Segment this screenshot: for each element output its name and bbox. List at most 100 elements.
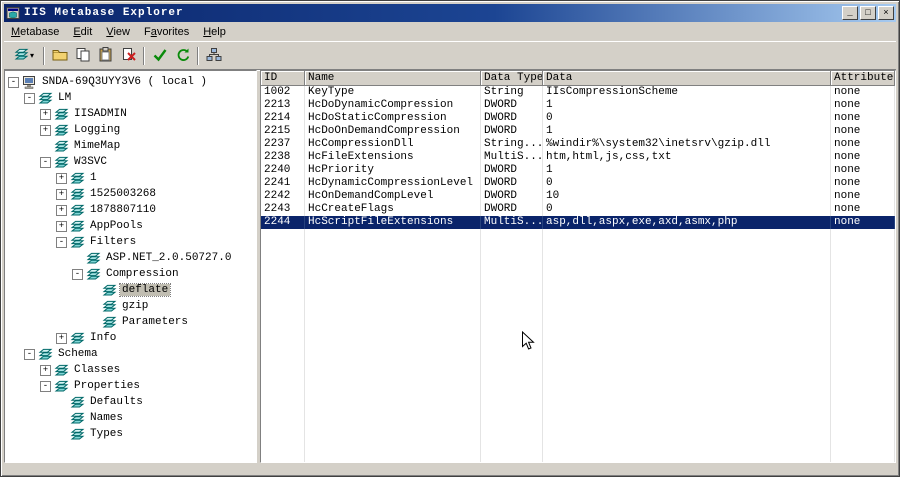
cell-data: 1 [543,99,831,112]
tree-item-parameters[interactable]: Parameters [5,314,256,330]
tree-item-apppools[interactable]: + AppPools [5,218,256,234]
table-row-hcondemandcomplevel[interactable]: 2242 HcOnDemandCompLevel DWORD 10 none [261,190,895,203]
expand-box[interactable]: + [56,220,67,232]
tree-item-snda-69q3uyy3v6-local[interactable]: - SNDA-69Q3UYY3V6 ( local ) [5,74,256,90]
tree-item-label: SNDA-69Q3UYY3V6 ( local ) [42,76,208,88]
table-panel: ID Name Data Type Data Attributes 1002 KeyTyp… [260,70,896,463]
cell-id: 2242 [261,190,305,203]
tree-item-info[interactable]: + Info [5,330,256,346]
tree-item-compression[interactable]: - Compression [5,266,256,282]
apply-button[interactable] [148,45,171,67]
menu-view[interactable]: View [99,24,137,40]
expand-box[interactable]: + [56,204,67,216]
collapse-box[interactable]: - [8,76,19,88]
table-row-hcdynamiccompressionlevel[interactable]: 2241 HcDynamicCompressionLevel DWORD 0 none [261,177,895,190]
key-icon [70,219,85,233]
tree-item-mimemap[interactable]: MimeMap [5,138,256,154]
table-row-hcscriptfileextensions[interactable]: 2244 HcScriptFileExtensions MultiS... asp,d… [261,216,895,229]
collapse-box[interactable]: - [24,92,35,104]
check-icon [152,47,168,65]
collapse-box[interactable]: - [40,156,51,168]
cell-name: HcFileExtensions [305,151,481,164]
collapse-box[interactable]: - [56,236,67,248]
table-row-keytype[interactable]: 1002 KeyType String IIsCompressionScheme non… [261,86,895,99]
copy-button[interactable] [71,45,94,67]
tree-item-asp-net-2-0-50727-0[interactable]: ASP.NET_2.0.50727.0 [5,250,256,266]
expand-box[interactable]: + [40,108,51,120]
tree-item-w3svc[interactable]: - W3SVC [5,154,256,170]
key-icon [54,379,69,393]
tree-item-gzip[interactable]: gzip [5,298,256,314]
tree-item-properties[interactable]: - Properties [5,378,256,394]
key-icon [38,347,53,361]
tree-item-lm[interactable]: - LM [5,90,256,106]
cell-attributes: none [831,112,895,125]
cell-id: 2244 [261,216,305,229]
cell-type: DWORD [481,99,543,112]
tree-item-iisadmin[interactable]: + IISADMIN [5,106,256,122]
menu-metabase[interactable]: Metabase [4,24,66,40]
cell-id: 2241 [261,177,305,190]
table-row-hccompressiondll[interactable]: 2237 HcCompressionDll String... %windir%\sy… [261,138,895,151]
collapse-box[interactable]: - [24,348,35,360]
expand-box[interactable]: + [56,332,67,344]
expand-box[interactable]: + [40,364,51,376]
refresh-button[interactable] [171,45,194,67]
tree-item-label: 1878807110 [90,204,157,216]
maximize-button[interactable]: □ [860,6,876,20]
tree-item-1878807110[interactable]: +1878807110 [5,202,256,218]
table-row-hccreateflags[interactable]: 2243 HcCreateFlags DWORD 0 none [261,203,895,216]
table-row-hcfileextensions[interactable]: 2238 HcFileExtensions MultiS... htm,html,js… [261,151,895,164]
tree-item-types[interactable]: Types [5,426,256,442]
column-header-id[interactable]: ID [261,71,305,86]
tree-item-label: ASP.NET_2.0.50727.0 [106,252,232,264]
tree-item-names[interactable]: Names [5,410,256,426]
expand-box[interactable]: + [40,124,51,136]
tree-item-1[interactable]: +1 [5,170,256,186]
delete-button[interactable] [117,45,140,67]
tree-item-label: Filters [90,236,137,248]
tree-item-logging[interactable]: + Logging [5,122,256,138]
table-row-hcdodynamiccompression[interactable]: 2213 HcDoDynamicCompression DWORD 1 none [261,99,895,112]
expand-box[interactable]: + [56,172,67,184]
minimize-button[interactable]: _ [842,6,858,20]
paste-button[interactable] [94,45,117,67]
column-header-data-type[interactable]: Data Type [481,71,543,86]
tree-item-deflate[interactable]: deflate [5,282,256,298]
tree-item-label: 1525003268 [90,188,157,200]
menu-favorites[interactable]: Favorites [137,24,196,40]
menu-edit[interactable]: Edit [66,24,99,40]
collapse-box[interactable]: - [40,380,51,392]
tree-item-1525003268[interactable]: +1525003268 [5,186,256,202]
table-row-hcdoondemandcompression[interactable]: 2215 HcDoOnDemandCompression DWORD 1 none [261,125,895,138]
collapse-box[interactable]: - [72,268,83,280]
cell-data: asp,dll,aspx,exe,axd,asmx,php [543,216,831,229]
table-row-hcdostaticcompression[interactable]: 2214 HcDoStaticCompression DWORD 0 none [261,112,895,125]
tree-item-label: Properties [74,380,141,392]
column-header-attributes[interactable]: Attributes [831,71,895,86]
tree-item-filters[interactable]: - Filters [5,234,256,250]
tree-item-label: 1 [90,172,97,184]
column-header-data[interactable]: Data [543,71,831,86]
open-button[interactable] [48,45,71,67]
column-header-name[interactable]: Name [305,71,481,86]
cell-id: 1002 [261,86,305,99]
window-bottom-edge [4,463,896,473]
table-row-hcpriority[interactable]: 2240 HcPriority DWORD 1 none [261,164,895,177]
main-area: - SNDA-69Q3UYY3V6 ( local ) - LM + IISADMIN + L… [4,70,896,463]
new-key-button[interactable]: ▾ [8,45,40,67]
cell-name: HcPriority [305,164,481,177]
expand-box[interactable]: + [56,188,67,200]
cell-data: 0 [543,112,831,125]
menu-help[interactable]: Help [196,24,233,40]
close-button[interactable]: × [878,6,894,20]
key-icon [102,283,117,297]
key-icon [54,123,69,137]
connect-button[interactable] [202,45,225,67]
tree-item-classes[interactable]: + Classes [5,362,256,378]
tree-item-schema[interactable]: - Schema [5,346,256,362]
app-icon [6,6,20,20]
tree-item-defaults[interactable]: Defaults [5,394,256,410]
